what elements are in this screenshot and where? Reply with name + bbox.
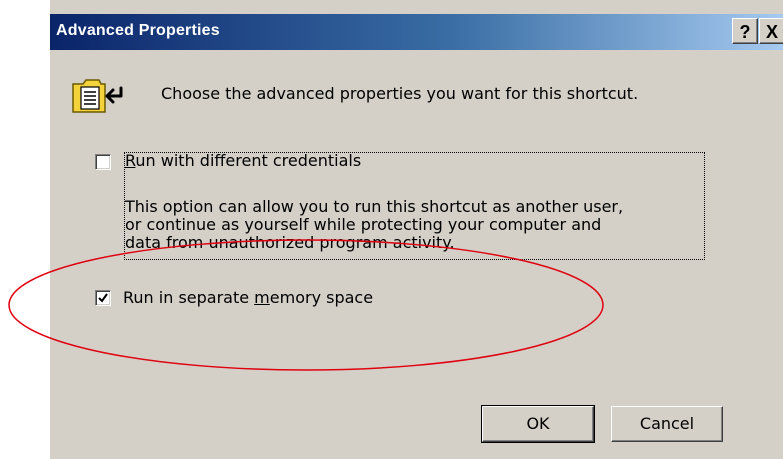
cancel-button[interactable]: Cancel — [611, 406, 723, 442]
run-with-credentials-checkbox[interactable] — [95, 154, 111, 170]
help-button[interactable]: ? — [732, 18, 758, 44]
description-line: data from unauthorized program activity. — [125, 233, 455, 252]
checkmark-icon — [98, 293, 108, 303]
separate-memory-checkbox[interactable] — [95, 290, 111, 306]
label-suffix: un with different credentials — [135, 151, 362, 170]
separate-memory-label[interactable]: Run in separate memory space — [123, 288, 373, 307]
description-line: or continue as yourself while protecting… — [125, 215, 602, 234]
folder-shortcut-icon — [71, 76, 135, 120]
mnemonic-letter: m — [254, 288, 270, 307]
heading-text: Choose the advanced properties you want … — [161, 84, 639, 103]
description-line: This option can allow you to run this sh… — [125, 197, 624, 216]
label-prefix: Run in separate — [123, 288, 255, 307]
close-button[interactable]: X — [759, 18, 783, 44]
mnemonic-letter: R — [125, 151, 136, 170]
window-title: Advanced Properties — [56, 22, 220, 39]
credentials-description: This option can allow you to run this sh… — [125, 198, 710, 252]
label-suffix: emory space — [269, 288, 374, 307]
advanced-properties-dialog: Advanced Properties ? X Choose the advan… — [49, 0, 783, 459]
ok-button[interactable]: OK — [481, 405, 595, 443]
run-with-credentials-label[interactable]: Run with different credentials — [125, 151, 361, 170]
title-bar[interactable]: Advanced Properties ? X — [50, 14, 783, 50]
